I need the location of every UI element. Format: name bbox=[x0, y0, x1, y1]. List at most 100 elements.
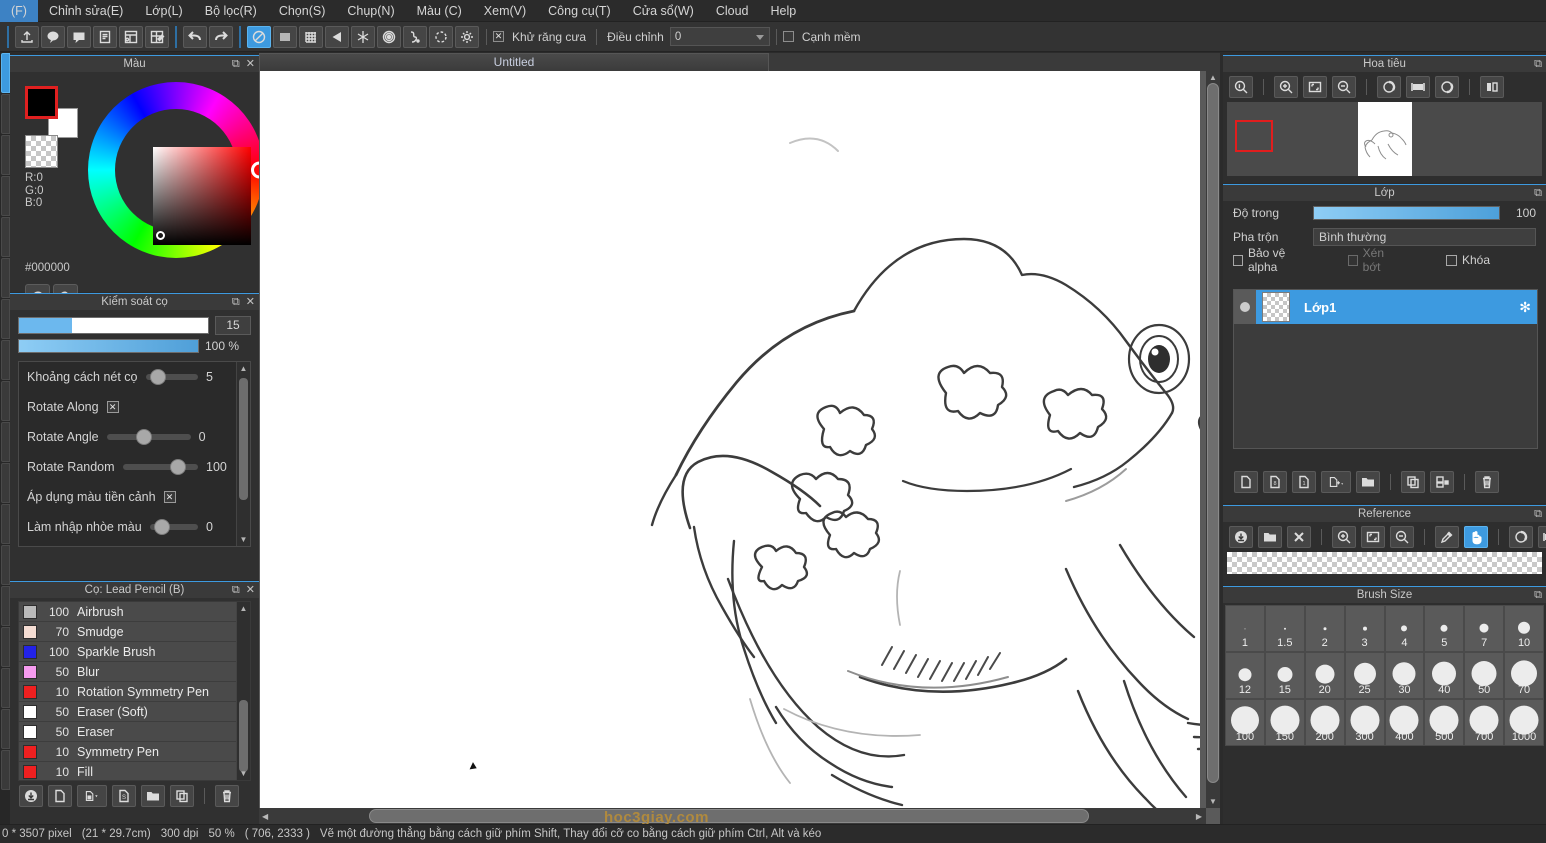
layer-opacity-slider[interactable] bbox=[1313, 206, 1500, 220]
menu-item-1[interactable]: Chỉnh sửa(E) bbox=[38, 0, 134, 22]
brush-size-cell[interactable]: 200 bbox=[1305, 699, 1345, 746]
saturation-value-box[interactable] bbox=[153, 147, 251, 245]
radial-icon[interactable] bbox=[377, 26, 401, 48]
reset-rotate-icon[interactable] bbox=[1435, 76, 1459, 98]
rail-tab[interactable] bbox=[1, 381, 10, 421]
menu-item-10[interactable]: Cloud bbox=[705, 0, 760, 22]
menu-item-2[interactable]: Lớp(L) bbox=[134, 0, 193, 22]
scroll-down-icon[interactable]: ▼ bbox=[237, 533, 250, 546]
rail-tab[interactable] bbox=[1, 340, 10, 380]
document-tab-untitled[interactable]: Untitled bbox=[259, 53, 769, 71]
rail-tab[interactable] bbox=[1, 668, 10, 708]
rail-tab[interactable] bbox=[1, 299, 10, 339]
close-ref-icon[interactable] bbox=[1287, 526, 1311, 548]
folder-icon[interactable] bbox=[141, 785, 165, 807]
brush-size-cell[interactable]: 1.5 bbox=[1265, 605, 1305, 652]
new-layer-icon[interactable] bbox=[1234, 471, 1258, 493]
layer-check-1[interactable]: Xén bớt bbox=[1348, 246, 1400, 274]
transparent-swatch[interactable] bbox=[25, 135, 58, 168]
redo-icon[interactable] bbox=[209, 26, 233, 48]
brush-option-slider[interactable] bbox=[107, 434, 191, 440]
open-folder-icon[interactable] bbox=[1258, 526, 1282, 548]
brush-list-item[interactable]: 70Smudge bbox=[19, 622, 236, 642]
softedge-checkbox[interactable] bbox=[783, 31, 794, 42]
stroke-smooth-icon[interactable] bbox=[273, 26, 297, 48]
float-panel-icon[interactable]: ⧉ bbox=[232, 57, 240, 72]
rail-tab[interactable] bbox=[1, 586, 10, 626]
brush-list-item[interactable]: 10Symmetry Pen bbox=[19, 742, 236, 762]
brush-size-cell[interactable]: 15 bbox=[1265, 652, 1305, 699]
rail-tab[interactable] bbox=[1, 463, 10, 503]
rail-tab[interactable] bbox=[1, 94, 10, 134]
delete-layer-icon[interactable] bbox=[1475, 471, 1499, 493]
edit-page-icon[interactable] bbox=[145, 26, 169, 48]
brush-size-cell[interactable]: 700 bbox=[1464, 699, 1504, 746]
adjust-dropdown[interactable]: 0 bbox=[670, 27, 770, 46]
close-icon[interactable]: ✕ bbox=[246, 57, 255, 72]
scroll-up-icon[interactable]: ▲ bbox=[237, 362, 250, 375]
brush-size-cell[interactable]: 300 bbox=[1345, 699, 1385, 746]
brush-size-cell[interactable]: 40 bbox=[1424, 652, 1464, 699]
brush-size-cell[interactable]: 70 bbox=[1504, 652, 1544, 699]
brush-option-slider[interactable] bbox=[146, 374, 199, 380]
scroll-down-icon[interactable]: ▼ bbox=[237, 767, 250, 780]
brush-list-scrollbar[interactable]: ▲ ▼ bbox=[236, 602, 250, 780]
rail-tab[interactable] bbox=[1, 504, 10, 544]
duplicate-icon[interactable] bbox=[170, 785, 194, 807]
curve-icon[interactable] bbox=[403, 26, 427, 48]
download-brush-icon[interactable] bbox=[19, 785, 43, 807]
reference-image-strip[interactable] bbox=[1227, 552, 1542, 574]
rail-tab[interactable] bbox=[1, 258, 10, 298]
zoom-actual-icon[interactable] bbox=[1229, 76, 1253, 98]
float-panel-icon[interactable]: ⧉ bbox=[232, 295, 240, 310]
kaleidoscope-icon[interactable] bbox=[429, 26, 453, 48]
layer-name-label[interactable]: Lớp1 bbox=[1304, 300, 1519, 315]
export-icon[interactable] bbox=[15, 26, 39, 48]
new-8bit-layer-icon[interactable]: 8 bbox=[1263, 471, 1287, 493]
float-panel-icon[interactable]: ⧉ bbox=[1534, 588, 1542, 603]
brush-list-item[interactable]: 50Blur bbox=[19, 662, 236, 682]
brush-size-cell[interactable]: 400 bbox=[1385, 699, 1425, 746]
scrollbar-thumb[interactable] bbox=[369, 809, 1089, 823]
brush-list-item[interactable]: 50Eraser bbox=[19, 722, 236, 742]
brush-size-cell[interactable]: 1 bbox=[1225, 605, 1265, 652]
brush-option-slider[interactable] bbox=[150, 524, 198, 530]
symmetry-icon[interactable] bbox=[351, 26, 375, 48]
mirror-view-icon[interactable] bbox=[1480, 76, 1504, 98]
fit-screen-icon[interactable] bbox=[1303, 76, 1327, 98]
slider-knob[interactable] bbox=[154, 519, 170, 535]
scrollbar-thumb[interactable] bbox=[1207, 83, 1219, 783]
brush-list-item[interactable]: 100Sparkle Brush bbox=[19, 642, 236, 662]
rotate-icon[interactable] bbox=[1377, 76, 1401, 98]
brush-size-cell[interactable]: 2 bbox=[1305, 605, 1345, 652]
brush-option-slider[interactable] bbox=[123, 464, 198, 470]
layer-row[interactable]: Lớp1✻ bbox=[1234, 290, 1537, 324]
brush-size-cell[interactable]: 12 bbox=[1225, 652, 1265, 699]
brush-list-item[interactable]: 50Eraser (Soft) bbox=[19, 702, 236, 722]
checkbox-box[interactable] bbox=[1233, 255, 1243, 266]
canvas-paper[interactable] bbox=[260, 71, 1200, 808]
menu-item-9[interactable]: Cửa sổ(W) bbox=[622, 0, 705, 22]
add-layer-menu-icon[interactable] bbox=[1321, 471, 1351, 493]
menu-item-11[interactable]: Help bbox=[760, 0, 808, 22]
rail-tab[interactable] bbox=[1, 750, 10, 790]
import-brush-icon[interactable] bbox=[77, 785, 107, 807]
new-folder-icon[interactable] bbox=[1356, 471, 1380, 493]
flip-horizontal-icon[interactable] bbox=[1406, 76, 1430, 98]
float-panel-icon[interactable]: ⧉ bbox=[1534, 507, 1542, 522]
menu-item-8[interactable]: Công cụ(T) bbox=[537, 0, 622, 22]
script-brush-icon[interactable]: S bbox=[112, 785, 136, 807]
scroll-right-icon[interactable]: ▶ bbox=[1196, 812, 1202, 821]
brush-size-cell[interactable]: 3 bbox=[1345, 605, 1385, 652]
zoom-out-icon[interactable] bbox=[1390, 526, 1414, 548]
load-ref-icon[interactable] bbox=[1229, 526, 1253, 548]
flip-icon[interactable] bbox=[1538, 526, 1546, 548]
brush-size-cell[interactable]: 50 bbox=[1464, 652, 1504, 699]
menu-item-6[interactable]: Màu (C) bbox=[406, 0, 473, 22]
brush-opacity-slider[interactable] bbox=[18, 339, 199, 353]
checkbox-box[interactable] bbox=[1446, 255, 1457, 266]
settings-gear-icon[interactable] bbox=[455, 26, 479, 48]
scroll-down-icon[interactable]: ▼ bbox=[1209, 797, 1217, 806]
scroll-up-icon[interactable]: ▲ bbox=[237, 602, 250, 615]
hand-icon[interactable] bbox=[1464, 526, 1488, 548]
